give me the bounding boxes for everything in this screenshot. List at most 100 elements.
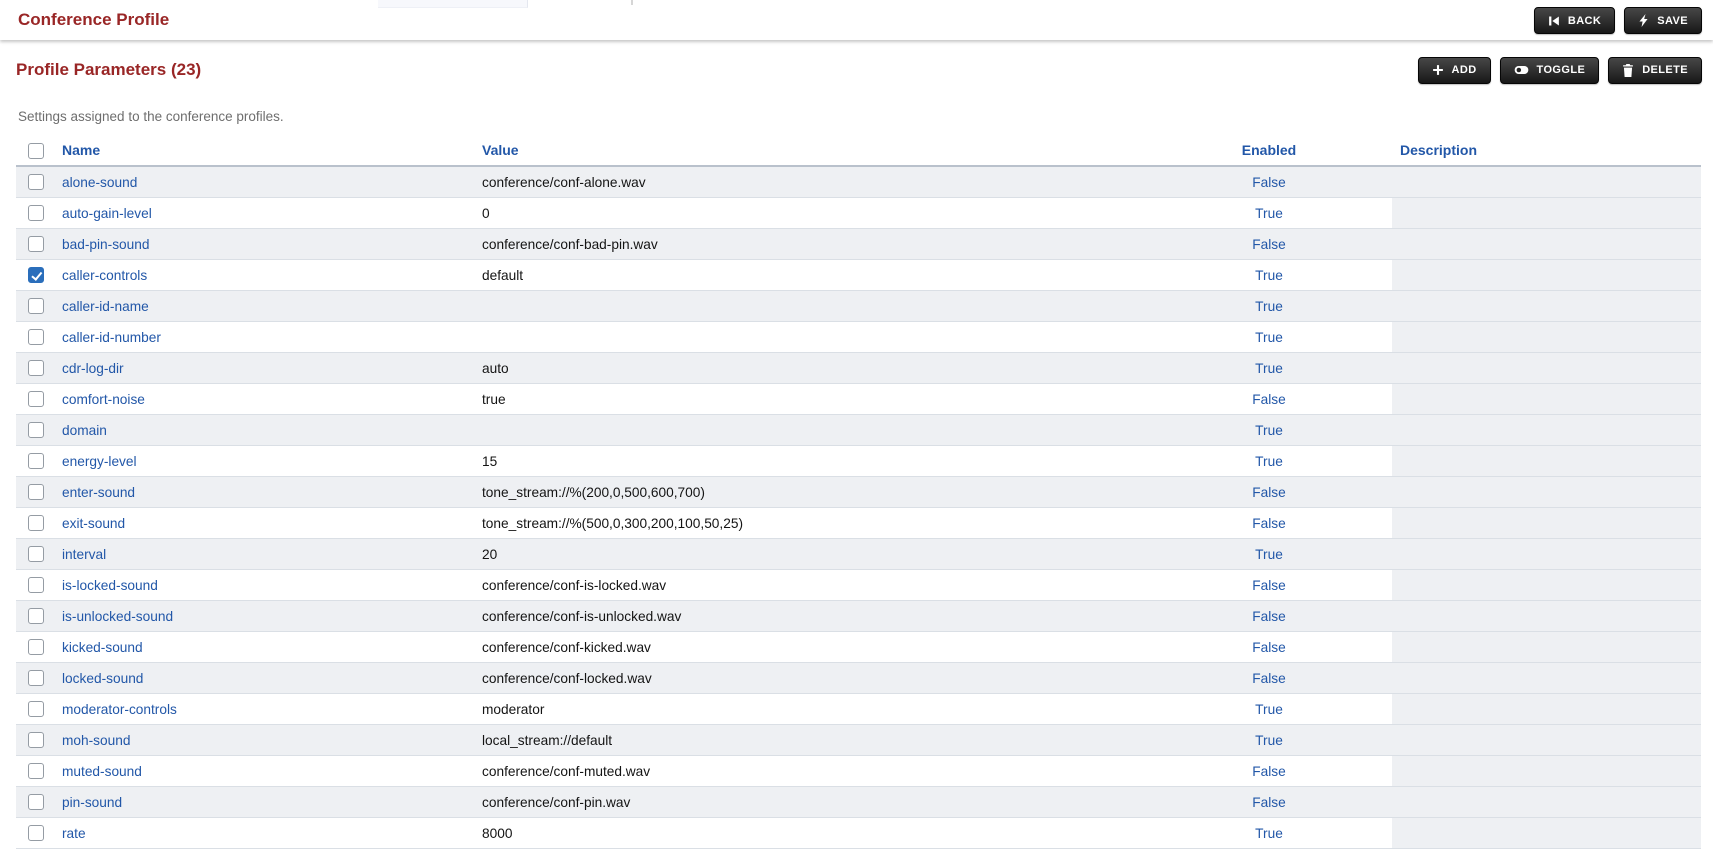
delete-button[interactable]: DELETE	[1608, 57, 1702, 84]
parameter-description	[1392, 539, 1701, 570]
parameter-value	[480, 291, 1146, 322]
row-checkbox[interactable]	[28, 174, 44, 190]
parameter-enabled-link[interactable]: True	[1255, 547, 1283, 562]
parameter-name-link[interactable]: exit-sound	[62, 516, 125, 531]
parameter-description	[1392, 477, 1701, 508]
parameter-value: 8000	[480, 818, 1146, 849]
back-button[interactable]: BACK	[1534, 7, 1615, 34]
delete-button-label: DELETE	[1642, 64, 1688, 76]
parameter-value	[480, 322, 1146, 353]
parameter-name-link[interactable]: cdr-log-dir	[62, 361, 124, 376]
parameter-enabled-link[interactable]: False	[1252, 516, 1285, 531]
parameter-value: tone_stream://%(200,0,500,600,700)	[480, 477, 1146, 508]
row-checkbox[interactable]	[28, 794, 44, 810]
parameter-name-link[interactable]: is-unlocked-sound	[62, 609, 173, 624]
row-checkbox[interactable]	[28, 732, 44, 748]
parameter-enabled-link[interactable]: False	[1252, 392, 1285, 407]
row-checkbox[interactable]	[28, 515, 44, 531]
parameter-enabled-link[interactable]: True	[1255, 206, 1283, 221]
parameter-name-link[interactable]: bad-pin-sound	[62, 237, 150, 252]
parameter-name-link[interactable]: comfort-noise	[62, 392, 145, 407]
parameter-enabled-link[interactable]: False	[1252, 671, 1285, 686]
row-checkbox[interactable]	[28, 298, 44, 314]
row-checkbox[interactable]	[28, 577, 44, 593]
parameter-enabled-link[interactable]: False	[1252, 795, 1285, 810]
parameter-enabled-link[interactable]: False	[1252, 175, 1285, 190]
row-checkbox[interactable]	[28, 608, 44, 624]
row-checkbox[interactable]	[28, 546, 44, 562]
row-checkbox[interactable]	[28, 670, 44, 686]
row-checkbox[interactable]	[28, 329, 44, 345]
parameter-name-link[interactable]: alone-sound	[62, 175, 137, 190]
parameter-enabled-link[interactable]: True	[1255, 361, 1283, 376]
toggle-switch-icon	[1514, 64, 1529, 76]
parameter-enabled-link[interactable]: False	[1252, 485, 1285, 500]
parameter-description	[1392, 818, 1701, 849]
column-header-name[interactable]: Name	[60, 135, 480, 166]
parameter-name-link[interactable]: moderator-controls	[62, 702, 177, 717]
table-row: locked-sound conference/conf-locked.wav …	[16, 663, 1701, 694]
parameter-name-link[interactable]: caller-id-number	[62, 330, 161, 345]
row-checkbox[interactable]	[28, 701, 44, 717]
parameter-enabled-link[interactable]: False	[1252, 609, 1285, 624]
table-row: alone-sound conference/conf-alone.wav Fa…	[16, 166, 1701, 198]
parameter-description	[1392, 632, 1701, 663]
column-header-value[interactable]: Value	[480, 135, 1146, 166]
row-checkbox[interactable]	[28, 484, 44, 500]
parameter-enabled-link[interactable]: False	[1252, 640, 1285, 655]
parameter-enabled-link[interactable]: True	[1255, 268, 1283, 283]
select-all-checkbox[interactable]	[28, 143, 44, 159]
parameter-enabled-link[interactable]: True	[1255, 330, 1283, 345]
row-checkbox[interactable]	[28, 236, 44, 252]
parameter-value: moderator	[480, 694, 1146, 725]
row-checkbox[interactable]	[28, 763, 44, 779]
parameter-enabled-link[interactable]: True	[1255, 826, 1283, 841]
parameter-enabled-link[interactable]: True	[1255, 454, 1283, 469]
parameter-value: true	[480, 384, 1146, 415]
section-header: Profile Parameters (23) ADD TOGGLE DELET…	[16, 55, 1702, 85]
parameter-enabled-link[interactable]: False	[1252, 578, 1285, 593]
toggle-button[interactable]: TOGGLE	[1500, 57, 1600, 84]
parameter-name-link[interactable]: kicked-sound	[62, 640, 143, 655]
parameter-name-link[interactable]: interval	[62, 547, 106, 562]
parameter-value: default	[480, 260, 1146, 291]
parameter-value: auto	[480, 353, 1146, 384]
table-row: moderator-controls moderator True	[16, 694, 1701, 725]
parameter-name-link[interactable]: auto-gain-level	[62, 206, 152, 221]
parameter-name-link[interactable]: locked-sound	[62, 671, 143, 686]
parameter-name-link[interactable]: moh-sound	[62, 733, 130, 748]
row-checkbox[interactable]	[28, 639, 44, 655]
row-checkbox[interactable]	[28, 391, 44, 407]
parameter-enabled-link[interactable]: True	[1255, 299, 1283, 314]
parameter-enabled-link[interactable]: True	[1255, 733, 1283, 748]
table-row: rate 8000 True	[16, 818, 1701, 849]
parameter-name-link[interactable]: rate	[62, 826, 86, 841]
toggle-button-label: TOGGLE	[1537, 64, 1586, 76]
parameter-enabled-link[interactable]: False	[1252, 237, 1285, 252]
parameter-name-link[interactable]: pin-sound	[62, 795, 122, 810]
parameter-name-link[interactable]: energy-level	[62, 454, 137, 469]
row-checkbox[interactable]	[28, 205, 44, 221]
section-button-group: ADD TOGGLE DELETE	[1418, 57, 1703, 84]
row-checkbox[interactable]	[28, 422, 44, 438]
parameter-name-link[interactable]: domain	[62, 423, 107, 438]
row-checkbox[interactable]	[28, 360, 44, 376]
parameter-description	[1392, 756, 1701, 787]
add-button[interactable]: ADD	[1418, 57, 1491, 84]
row-checkbox[interactable]	[28, 825, 44, 841]
column-header-description[interactable]: Description	[1392, 135, 1701, 166]
row-checkbox[interactable]	[28, 267, 44, 283]
column-header-enabled[interactable]: Enabled	[1146, 135, 1392, 166]
parameter-enabled-link[interactable]: True	[1255, 702, 1283, 717]
plus-icon	[1432, 64, 1444, 76]
save-button[interactable]: SAVE	[1624, 7, 1702, 34]
table-row: exit-sound tone_stream://%(500,0,300,200…	[16, 508, 1701, 539]
parameter-name-link[interactable]: is-locked-sound	[62, 578, 158, 593]
parameter-enabled-link[interactable]: True	[1255, 423, 1283, 438]
parameter-enabled-link[interactable]: False	[1252, 764, 1285, 779]
parameter-name-link[interactable]: muted-sound	[62, 764, 142, 779]
parameter-name-link[interactable]: enter-sound	[62, 485, 135, 500]
parameter-name-link[interactable]: caller-controls	[62, 268, 147, 283]
row-checkbox[interactable]	[28, 453, 44, 469]
parameter-name-link[interactable]: caller-id-name	[62, 299, 149, 314]
